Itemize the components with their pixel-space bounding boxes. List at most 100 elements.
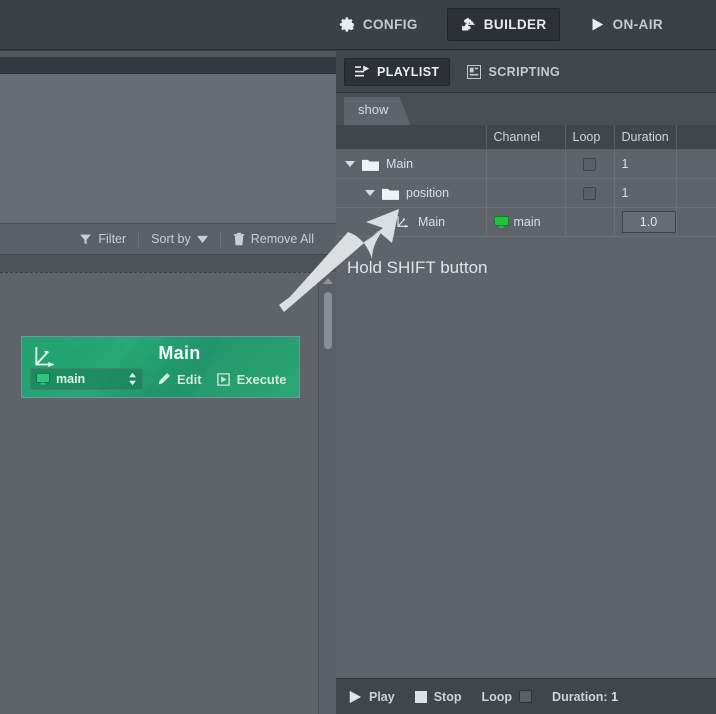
script-icon [467,64,482,79]
card-execute-button[interactable]: Execute [216,372,286,387]
sort-by-label: Sort by [151,232,191,246]
sort-by-button[interactable]: Sort by [139,229,220,249]
play-icon [592,18,603,31]
nav-label-config: CONFIG [362,17,418,32]
loop-checkbox[interactable] [583,157,596,171]
column-header-name[interactable] [336,125,487,150]
duration-readout-label: Duration: [552,689,608,704]
row-name-label: position [406,186,450,200]
subtab-show[interactable]: show [344,97,411,125]
nav-button-on-air[interactable]: ON-AIR [576,8,676,41]
folder-icon [362,159,379,171]
nav-label-on-air: ON-AIR [612,17,663,32]
loop-label: Loop [481,689,513,704]
nav-label-builder: BUILDER [483,17,547,32]
playlist-icon [355,65,370,77]
caret-down-icon[interactable] [365,190,375,196]
nav-button-builder[interactable]: BUILDER [446,8,560,41]
column-header-channel[interactable]: Channel [486,125,566,150]
left-panel-empty-body [0,74,336,223]
column-header-loop[interactable]: Loop [565,125,615,150]
loop-toggle[interactable]: Loop [482,690,533,704]
row-duration-cell[interactable]: 1.0 [614,207,677,237]
right-panel-tabbar: PLAYLIST SCRIPTING [336,51,716,93]
card-action-row: main Edit Execute [30,368,291,390]
row-loop-cell[interactable] [565,207,615,237]
row-channel-cell[interactable] [486,178,566,208]
loop-checkbox[interactable] [519,690,533,703]
play-icon [349,690,362,703]
left-panel-gap-strip [0,255,336,272]
stop-icon [414,690,427,703]
right-panel-subtabbar: show [336,93,716,125]
left-panel-scrollbar[interactable] [318,272,336,714]
duration-readout: Duration: 1 [552,690,618,704]
scrollbar-up-arrow-icon[interactable] [323,278,333,284]
row-channel-label: main [513,215,541,229]
template-card-main[interactable]: Main main Edit Execute [21,336,300,398]
duration-input[interactable]: 1.0 [621,211,676,233]
table-row[interactable]: position 1 [336,178,716,208]
tab-playlist[interactable]: PLAYLIST [344,57,451,86]
card-edit-button[interactable]: Edit [157,372,202,387]
card-title: Main [158,343,201,363]
hint-text: Hold SHIFT button [347,258,488,277]
monitor-icon [36,373,50,385]
chevron-down-icon [196,235,208,243]
row-extra-cell[interactable] [676,178,716,208]
row-channel-cell[interactable] [486,149,566,179]
trash-icon [233,232,245,246]
row-loop-cell[interactable] [565,178,615,208]
left-panel-toolbar: Filter Sort by Remove All [0,223,336,255]
left-panel-header-band [0,57,336,74]
column-header-extra[interactable] [676,125,716,150]
execute-icon [216,372,230,386]
loop-checkbox[interactable] [583,186,596,200]
row-name-label: Main [418,215,446,229]
play-button[interactable]: Play [348,690,395,704]
row-extra-cell[interactable] [676,207,716,237]
monitor-icon [493,215,509,228]
filter-button[interactable]: Filter [67,229,138,249]
row-duration-cell[interactable]: 1 [614,149,677,179]
row-channel-cell[interactable]: main [486,207,566,237]
tab-scripting-label: SCRIPTING [488,64,561,79]
nav-button-config[interactable]: CONFIG [326,8,431,41]
remove-all-button[interactable]: Remove All [221,229,326,249]
puzzle-icon [461,18,475,31]
table-row[interactable]: Main 1 [336,149,716,179]
tab-playlist-label: PLAYLIST [377,64,440,79]
gear-icon [339,17,355,32]
folder-icon [382,188,399,200]
row-duration-cell[interactable]: 1 [614,178,677,208]
row-extra-cell[interactable] [676,149,716,179]
row-name-cell[interactable]: Main [336,207,487,237]
tab-scripting[interactable]: SCRIPTING [456,58,571,86]
card-channel-select[interactable]: main [30,368,143,390]
playback-bottom-bar: Play Stop Loop Duration: 1 [336,678,716,714]
app-root: CONFIG BUILDER ON-AIR Filter Sort by Rem… [0,0,716,714]
duration-readout-value: 1 [611,689,619,704]
pencil-icon [158,373,170,385]
left-panel: Filter Sort by Remove All Main main Edit… [0,51,336,714]
remove-all-label: Remove All [250,232,314,246]
row-name-cell[interactable]: position [336,178,487,208]
row-name-cell[interactable]: Main [336,149,487,179]
column-header-duration[interactable]: Duration [614,125,677,150]
axis-transform-icon [397,215,408,228]
funnel-icon [80,234,92,244]
right-panel: PLAYLIST SCRIPTING show Channel Loop Dur… [336,51,716,714]
card-channel-value: main [56,372,86,386]
row-loop-cell[interactable] [565,149,615,179]
caret-down-icon[interactable] [345,161,355,167]
table-row[interactable]: Main main 1.0 [336,207,716,237]
play-label: Play [369,689,395,704]
scrollbar-thumb[interactable] [324,292,332,349]
table-header-row: Channel Loop Duration [336,125,716,150]
stop-label: Stop [433,689,462,704]
stop-button[interactable]: Stop [414,689,462,704]
card-edit-label: Edit [177,371,202,387]
playlist-table: Channel Loop Duration Main 1 position 1 … [336,125,716,237]
subtab-show-label: show [358,102,389,117]
left-panel-card-area: Main main Edit Execute [0,272,336,714]
